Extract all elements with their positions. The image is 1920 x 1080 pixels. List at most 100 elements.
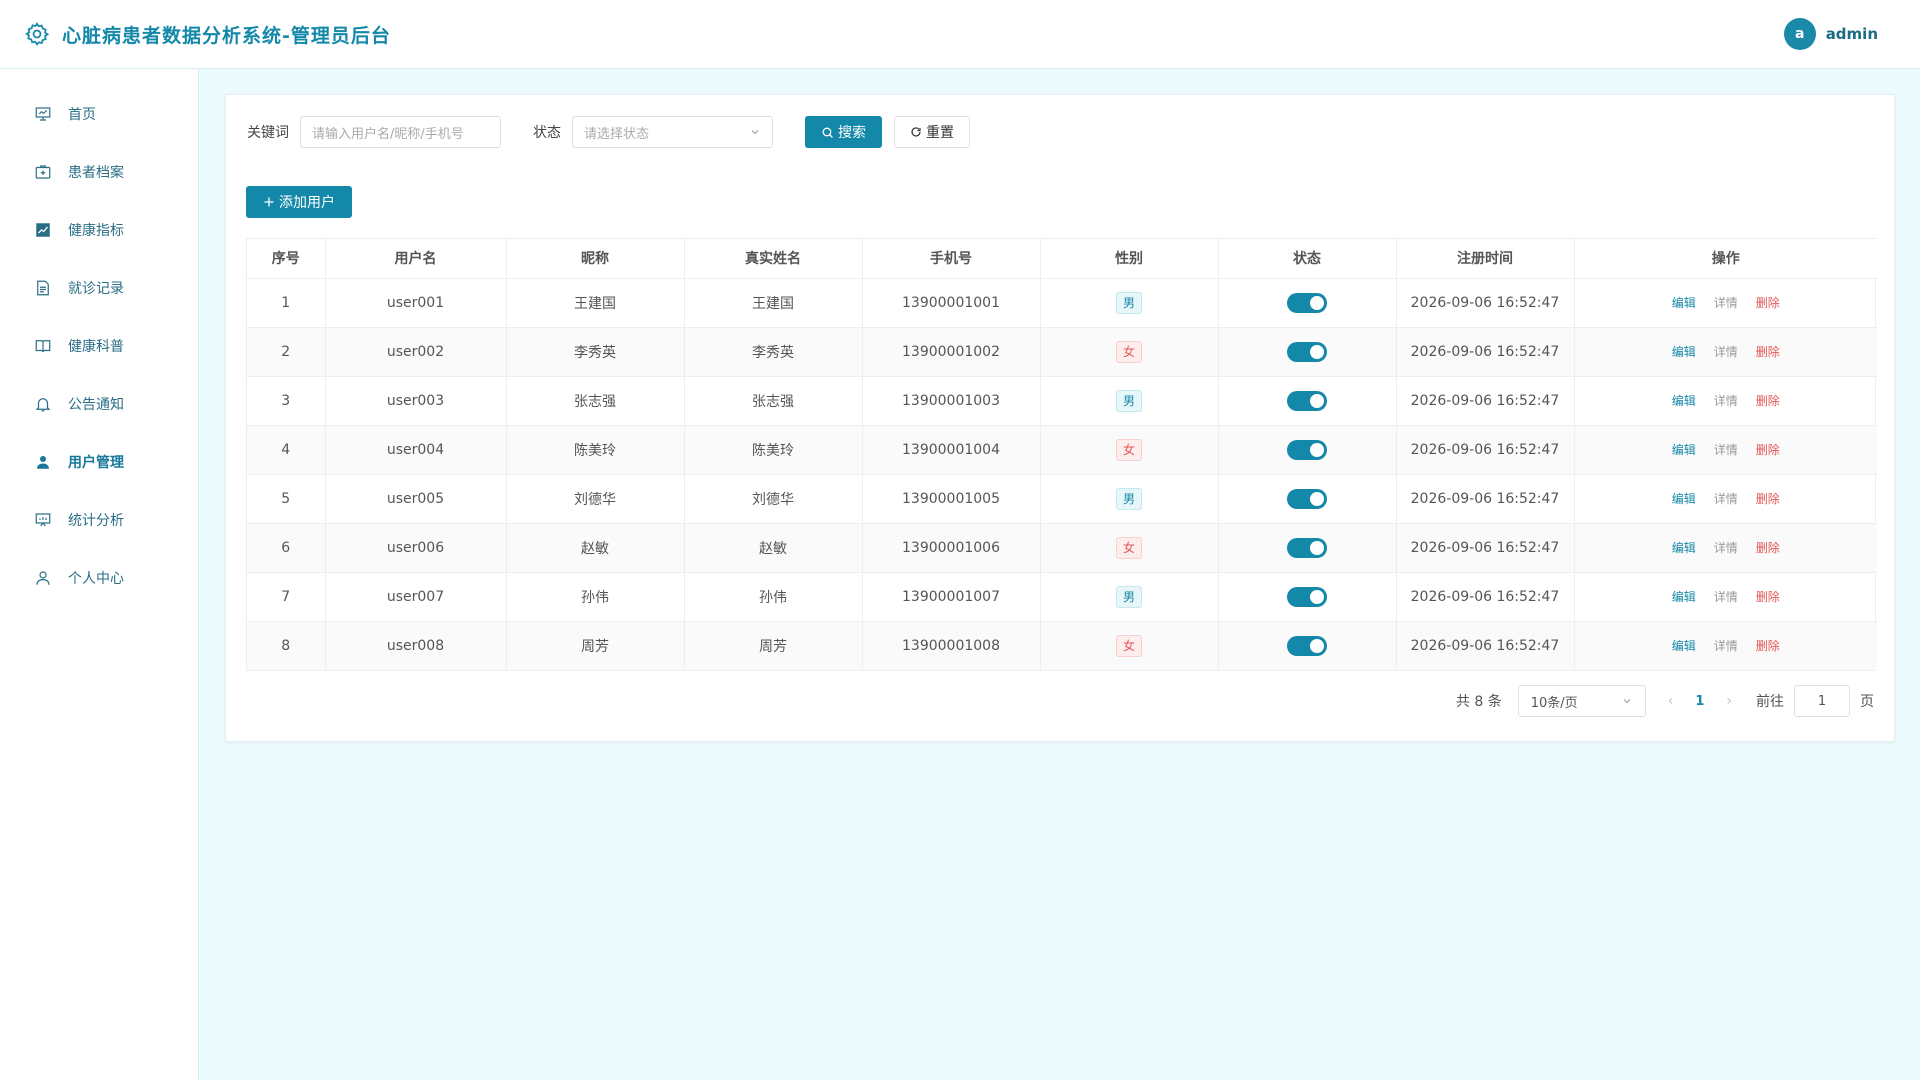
avatar[interactable]: a — [1783, 18, 1816, 50]
status-toggle[interactable] — [1287, 586, 1327, 607]
sidebar-item-health-metrics[interactable]: 健康指标 — [0, 201, 198, 259]
sidebar-item-health-education[interactable]: 健康科普 — [0, 317, 198, 375]
sidebar: 首页 患者档案 健康指标 就诊记录 健康科普 公告通知 用户管理 统计分析 个人… — [0, 69, 199, 1080]
cell-phone: 13900001008 — [862, 621, 1041, 670]
prev-page-button[interactable]: ‹ — [1668, 693, 1674, 709]
sidebar-item-patient-records[interactable]: 患者档案 — [0, 143, 198, 201]
trend-chart-icon — [36, 223, 50, 237]
status-toggle[interactable] — [1287, 537, 1327, 558]
delete-button[interactable]: 删除 — [1756, 637, 1780, 654]
page-suffix: 页 — [1860, 694, 1874, 710]
sidebar-item-home[interactable]: 首页 — [0, 85, 198, 143]
plus-icon — [264, 197, 274, 207]
delete-button[interactable]: 删除 — [1756, 392, 1780, 409]
book-icon — [35, 340, 51, 353]
goto-page: 前往 1 页 — [1756, 685, 1874, 717]
detail-button[interactable]: 详情 — [1714, 343, 1738, 360]
edit-button[interactable]: 编辑 — [1672, 441, 1696, 458]
edit-button[interactable]: 编辑 — [1672, 294, 1696, 311]
next-page-button[interactable]: › — [1726, 693, 1732, 709]
cell-actions: 编辑 详情 删除 — [1574, 425, 1877, 475]
gender-tag: 女 — [1115, 634, 1142, 657]
search-button[interactable]: 搜索 — [805, 116, 882, 148]
sidebar-item-visit-records[interactable]: 就诊记录 — [0, 259, 198, 317]
delete-button[interactable]: 删除 — [1756, 490, 1780, 507]
status-toggle[interactable] — [1287, 635, 1327, 656]
edit-button[interactable]: 编辑 — [1672, 490, 1696, 507]
cell-index: 3 — [247, 376, 326, 426]
page-size-select[interactable]: 10条/页 — [1517, 685, 1646, 717]
user-outline-icon — [36, 571, 50, 585]
cell-status — [1218, 474, 1397, 524]
sidebar-item-label: 用户管理 — [68, 455, 124, 471]
cell-username: user008 — [325, 621, 507, 670]
keyword-label: 关键词 — [247, 125, 289, 141]
delete-button[interactable]: 删除 — [1756, 343, 1780, 360]
status-select[interactable]: 请选择状态 — [572, 116, 773, 148]
gender-tag: 男 — [1115, 389, 1142, 412]
add-user-button[interactable]: 添加用户 — [246, 186, 352, 218]
detail-button[interactable]: 详情 — [1714, 392, 1738, 409]
cell-registered: 2026-09-06 16:52:47 — [1396, 621, 1575, 670]
status-toggle[interactable] — [1287, 390, 1327, 411]
cell-username: user004 — [325, 425, 507, 475]
cell-status — [1218, 621, 1397, 670]
reset-button[interactable]: 重置 — [894, 116, 970, 148]
detail-button[interactable]: 详情 — [1714, 588, 1738, 605]
goto-page-input[interactable]: 1 — [1794, 685, 1850, 717]
toggle-knob — [1310, 442, 1324, 457]
edit-button[interactable]: 编辑 — [1672, 392, 1696, 409]
cell-actions: 编辑 详情 删除 — [1574, 278, 1877, 328]
gear-icon — [25, 22, 50, 46]
sidebar-item-announcements[interactable]: 公告通知 — [0, 375, 198, 433]
goto-page-value: 1 — [1817, 693, 1827, 709]
add-user-button-label: 添加用户 — [279, 195, 335, 211]
presentation-chart-icon — [35, 513, 51, 527]
cell-phone: 13900001007 — [862, 572, 1041, 622]
gender-tag: 男 — [1115, 585, 1142, 608]
column-header: 序号 — [247, 239, 326, 279]
cell-registered: 2026-09-06 16:52:47 — [1396, 474, 1575, 524]
page-number-current[interactable]: 1 — [1695, 694, 1704, 709]
cell-username: user003 — [325, 376, 507, 426]
detail-button[interactable]: 详情 — [1714, 294, 1738, 311]
delete-button[interactable]: 删除 — [1756, 588, 1780, 605]
gender-tag: 男 — [1115, 487, 1142, 510]
user-filled-icon — [37, 456, 49, 469]
cell-real-name: 刘德华 — [684, 474, 863, 524]
delete-button[interactable]: 删除 — [1756, 539, 1780, 556]
sidebar-item-profile[interactable]: 个人中心 — [0, 549, 198, 607]
edit-button[interactable]: 编辑 — [1672, 588, 1696, 605]
detail-button[interactable]: 详情 — [1714, 637, 1738, 654]
keyword-input[interactable]: 请输入用户名/昵称/手机号 — [300, 116, 501, 148]
status-toggle[interactable] — [1287, 439, 1327, 460]
page-size-value: 10条/页 — [1530, 695, 1578, 711]
delete-button[interactable]: 删除 — [1756, 294, 1780, 311]
detail-button[interactable]: 详情 — [1714, 441, 1738, 458]
chevron-down-icon — [1623, 699, 1631, 704]
cell-status — [1218, 572, 1397, 622]
sidebar-item-label: 健康科普 — [68, 339, 124, 355]
table-row: 7 user007 孙伟 孙伟 13900001007 男 2026-09-06 16:52… — [247, 572, 1877, 622]
cell-nickname: 陈美玲 — [506, 425, 685, 475]
sidebar-item-statistics[interactable]: 统计分析 — [0, 491, 198, 549]
delete-button[interactable]: 删除 — [1756, 441, 1780, 458]
table-row: 6 user006 赵敏 赵敏 13900001006 女 2026-09-06 16:52… — [247, 523, 1877, 573]
username[interactable]: admin — [1826, 25, 1878, 43]
edit-button[interactable]: 编辑 — [1672, 343, 1696, 360]
cell-index: 2 — [247, 327, 326, 377]
user-menu[interactable]: a admin — [1783, 18, 1896, 50]
column-header: 昵称 — [506, 239, 685, 279]
detail-button[interactable]: 详情 — [1714, 490, 1738, 507]
status-toggle[interactable] — [1287, 341, 1327, 362]
status-toggle[interactable] — [1287, 488, 1327, 509]
table-row: 3 user003 张志强 张志强 13900001003 男 2026-09-06 16:… — [247, 376, 1877, 426]
detail-button[interactable]: 详情 — [1714, 539, 1738, 556]
edit-button[interactable]: 编辑 — [1672, 539, 1696, 556]
status-toggle[interactable] — [1287, 292, 1327, 313]
edit-button[interactable]: 编辑 — [1672, 637, 1696, 654]
sidebar-item-user-management[interactable]: 用户管理 — [0, 433, 198, 491]
sidebar-item-label: 个人中心 — [68, 571, 124, 587]
cell-registered: 2026-09-06 16:52:47 — [1396, 425, 1575, 475]
cell-status — [1218, 523, 1397, 573]
